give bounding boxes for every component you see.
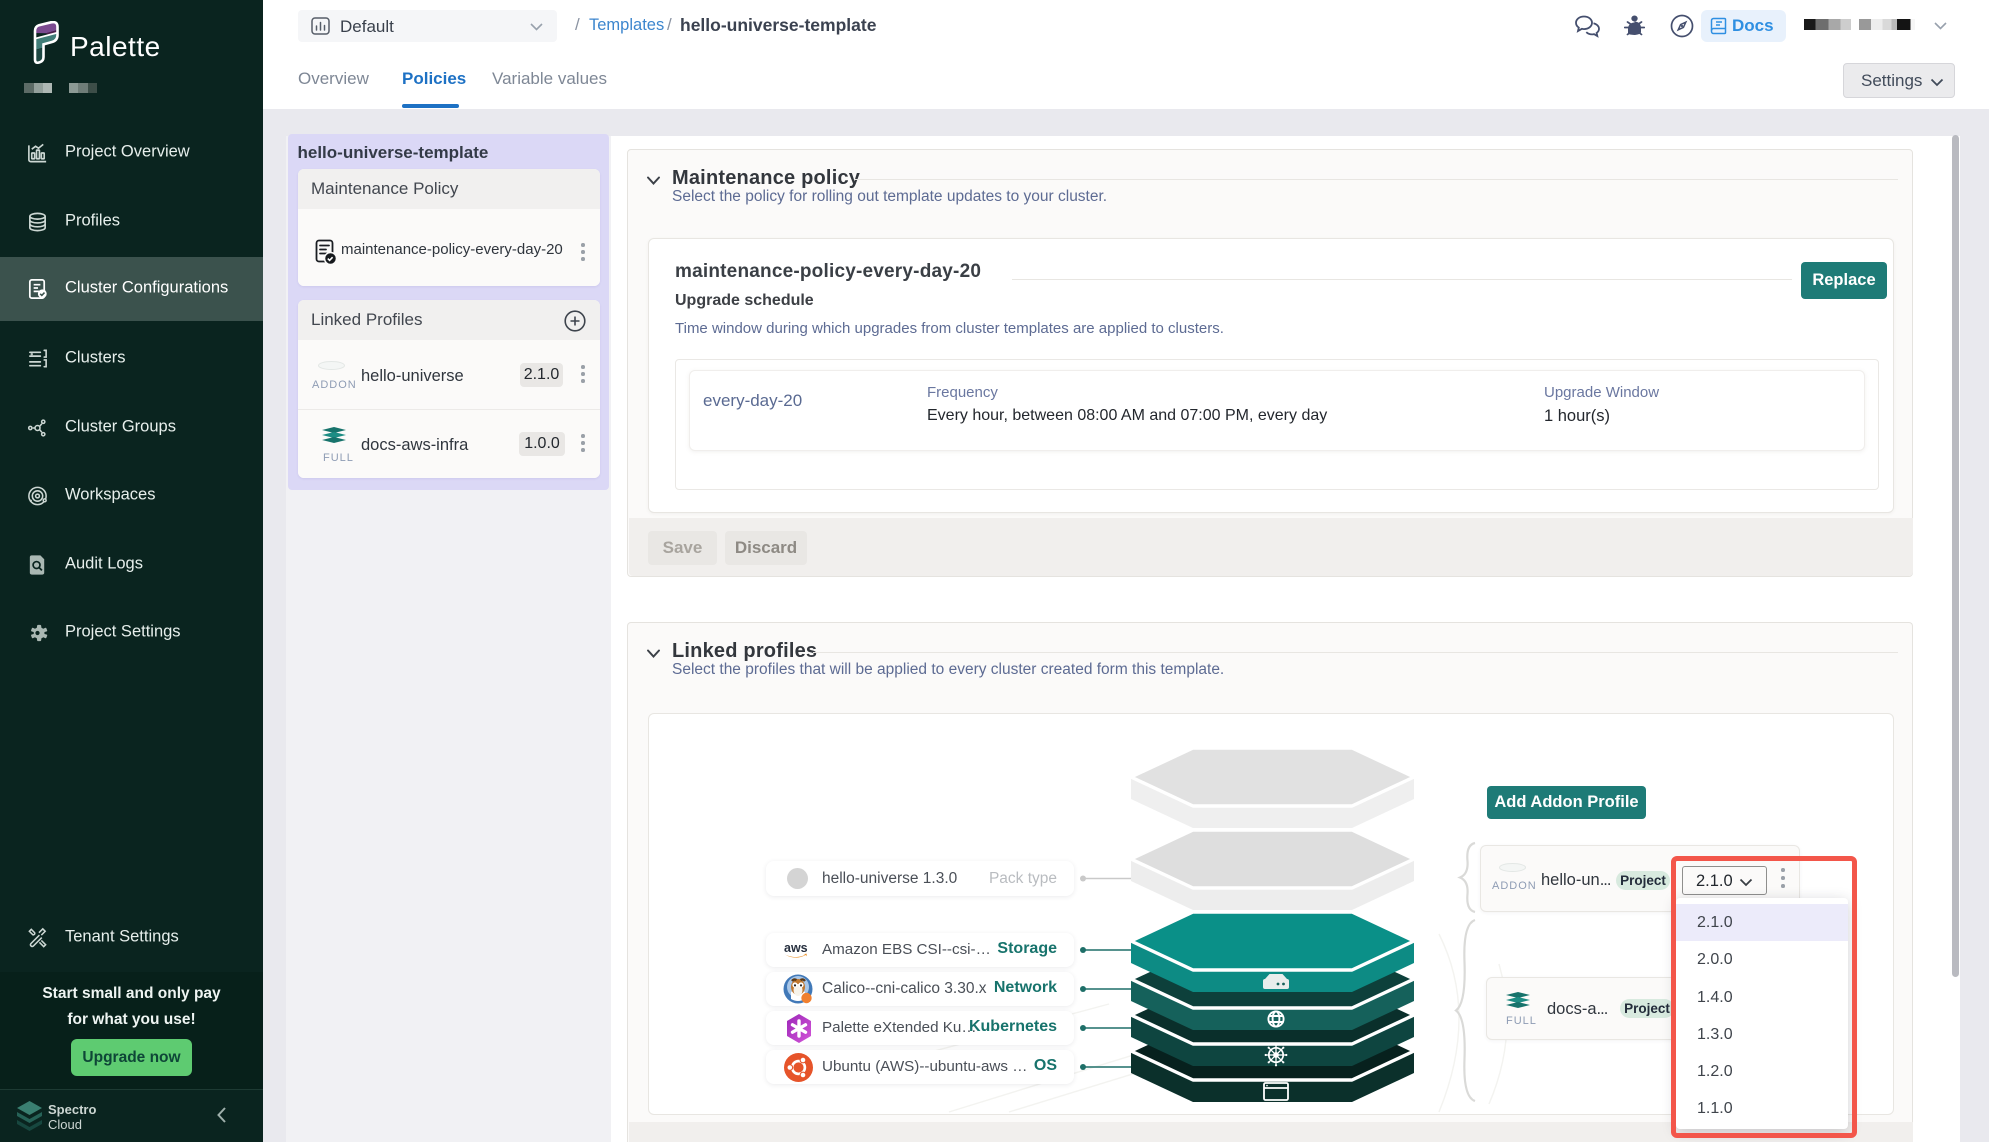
svg-text:aws: aws xyxy=(784,941,808,955)
